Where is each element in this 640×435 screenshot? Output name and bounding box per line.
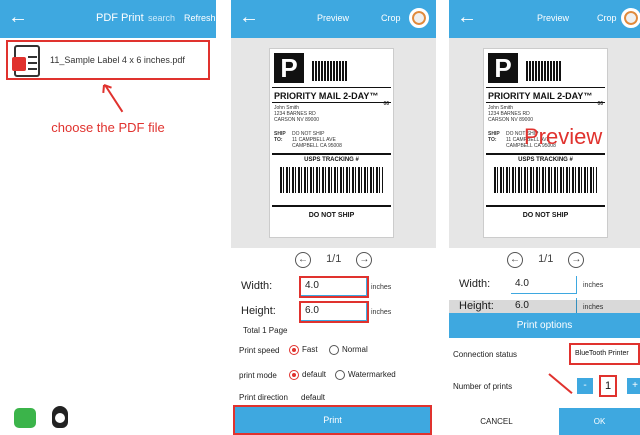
ok-button[interactable]: OK	[559, 408, 640, 435]
from-address: John Smith 1234 BARNES RD CARSON NV 8900…	[488, 105, 534, 123]
back-arrow-icon[interactable]: ←	[457, 6, 477, 29]
ship-to-tag: SHIP TO:	[274, 131, 286, 143]
page-navigator: ← 1/1 →	[295, 252, 373, 268]
label-preview-area: P PRIORITY MAIL 2-DAY™ 06 John Smith 123…	[231, 38, 436, 248]
mail-class: PRIORITY MAIL 2-DAY™	[274, 91, 379, 101]
next-page-icon[interactable]: →	[568, 252, 585, 268]
total-pages: Total 1 Page	[243, 326, 288, 335]
width-input[interactable]: 4.0	[511, 276, 577, 294]
header-bar: ← Preview Crop	[449, 0, 640, 38]
print-options-screen: ← Preview Crop P PRIORITY MAIL 2-DAY™ 06…	[449, 0, 640, 435]
increment-button[interactable]: +	[627, 378, 640, 394]
width-unit: inches	[371, 284, 392, 291]
gear-icon[interactable]	[409, 8, 429, 28]
page-title: PDF Print	[96, 12, 144, 24]
crop-button[interactable]: Crop	[381, 13, 401, 23]
ship-to-tag: SHIP TO:	[488, 131, 500, 143]
header-bar: ← PDF Print search Refresh	[0, 0, 216, 38]
search-button[interactable]: search	[148, 13, 175, 23]
width-unit: inches	[583, 282, 604, 289]
pdf-file-icon	[12, 45, 40, 77]
dialog-title: Print options	[449, 313, 640, 338]
tracking-barcode	[280, 167, 383, 193]
postage-barcode	[312, 61, 348, 81]
speed-normal-option[interactable]: Normal	[329, 345, 368, 355]
print-mode-label: print mode	[239, 371, 277, 380]
width-input[interactable]: 4.0	[299, 276, 369, 298]
file-name: 11_Sample Label 4 x 6 inches.pdf	[50, 55, 185, 65]
height-input[interactable]: 6.0	[299, 301, 369, 323]
connection-status-value[interactable]: BlueTooth Printer	[569, 343, 640, 365]
qq-icon[interactable]	[52, 406, 68, 428]
mode-default-option[interactable]: default	[289, 370, 326, 380]
next-page-icon[interactable]: →	[356, 252, 373, 268]
header-bar: ← Preview Crop	[231, 0, 436, 38]
label-footer: DO NOT SHIP	[308, 212, 355, 219]
page-indicator: 1/1	[326, 253, 342, 265]
height-label: Height:	[241, 305, 276, 317]
label-preview-area: P PRIORITY MAIL 2-DAY™ 06 John Smith 123…	[449, 38, 640, 248]
print-options-dialog: Print options Connection status BlueToot…	[449, 313, 640, 435]
page-navigator: ← 1/1 →	[507, 252, 585, 268]
mail-class: PRIORITY MAIL 2-DAY™	[488, 91, 593, 101]
speed-fast-option[interactable]: Fast	[289, 345, 318, 355]
wechat-icon[interactable]	[14, 408, 36, 428]
priority-p-mark: P	[488, 53, 518, 83]
preview-screen: ← Preview Crop P PRIORITY MAIL 2-DAY™ 06…	[231, 0, 436, 435]
tracking-title: USPS TRACKING #	[304, 157, 359, 163]
print-direction-label: Print direction	[239, 393, 288, 402]
from-address: John Smith 1234 BARNES RD CARSON NV 8900…	[274, 105, 320, 123]
page-indicator: 1/1	[538, 253, 554, 265]
number-of-prints-label: Number of prints	[453, 382, 513, 391]
width-label: Width:	[459, 278, 491, 290]
back-arrow-icon[interactable]: ←	[239, 6, 259, 29]
gear-icon[interactable]	[621, 8, 640, 28]
to-address: DO NOT SHIP 11 CAMPBELL AVE CAMPBELL CA …	[292, 131, 342, 149]
print-count-input[interactable]: 1	[599, 375, 617, 397]
mode-watermarked-option[interactable]: Watermarked	[335, 370, 396, 380]
tracking-title: USPS TRACKING #	[518, 157, 573, 163]
shipping-label-preview: P PRIORITY MAIL 2-DAY™ 06 John Smith 123…	[269, 48, 394, 238]
prev-page-icon[interactable]: ←	[507, 252, 523, 268]
file-chooser-screen: ← PDF Print search Refresh 11_Sample Lab…	[0, 0, 216, 435]
prev-page-icon[interactable]: ←	[295, 252, 311, 268]
page-title: Preview	[537, 13, 570, 23]
annotation-arrow	[104, 84, 124, 113]
label-footer: DO NOT SHIP	[522, 212, 569, 219]
crop-button[interactable]: Crop	[597, 13, 617, 23]
width-label: Width:	[241, 280, 273, 292]
annotation-arrow	[548, 373, 573, 395]
priority-p-mark: P	[274, 53, 304, 83]
postage-barcode	[526, 61, 562, 81]
print-button[interactable]: Print	[233, 405, 432, 435]
cancel-button[interactable]: CANCEL	[449, 408, 544, 435]
print-speed-label: Print speed	[239, 346, 280, 355]
connection-status-label: Connection status	[453, 350, 518, 359]
refresh-button[interactable]: Refresh	[184, 13, 216, 23]
print-direction-value[interactable]: default	[301, 393, 325, 402]
instruction-caption: choose the PDF file	[51, 120, 165, 135]
decrement-button[interactable]: -	[577, 378, 593, 394]
back-arrow-icon[interactable]: ←	[8, 6, 28, 29]
preview-overlay-text: Preview	[524, 124, 603, 149]
page-title: Preview	[317, 13, 350, 23]
height-unit: inches	[371, 309, 392, 316]
shipping-label-preview: P PRIORITY MAIL 2-DAY™ 06 John Smith 123…	[483, 48, 608, 238]
tracking-barcode	[494, 167, 597, 193]
pdf-file-item[interactable]: 11_Sample Label 4 x 6 inches.pdf	[6, 40, 210, 80]
